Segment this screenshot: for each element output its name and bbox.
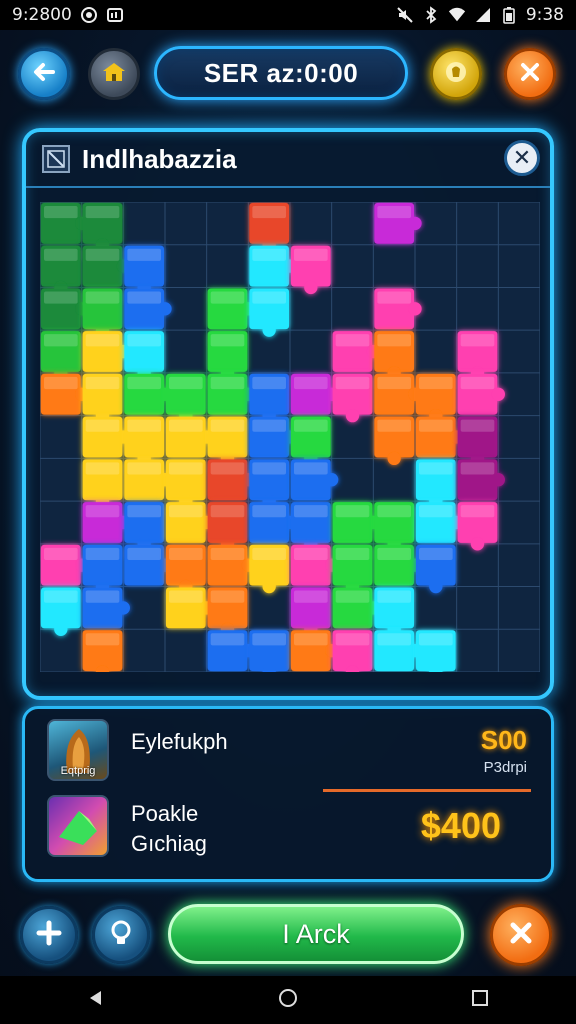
item-thumbnail-1[interactable]: Eqtprig bbox=[47, 719, 109, 781]
close-game-button[interactable] bbox=[504, 48, 556, 100]
puzzle-board-svg[interactable] bbox=[39, 201, 541, 679]
whatsapp-icon bbox=[80, 6, 98, 24]
puzzle-board[interactable] bbox=[39, 201, 541, 679]
gallery-icon bbox=[106, 6, 124, 24]
status-time-right: 9:38 bbox=[525, 5, 564, 25]
wifi-icon bbox=[448, 6, 466, 24]
home-button[interactable] bbox=[88, 48, 140, 100]
home-icon bbox=[100, 59, 128, 89]
nav-recents-icon bbox=[470, 988, 490, 1012]
nav-home-button[interactable] bbox=[268, 980, 308, 1020]
arrow-left-icon bbox=[31, 59, 57, 89]
lightbulb-icon bbox=[107, 919, 135, 951]
mute-icon bbox=[396, 6, 414, 24]
close-icon bbox=[518, 60, 542, 88]
signal-icon bbox=[474, 6, 492, 24]
hint-coin-button[interactable] bbox=[430, 48, 482, 100]
panel-header: Indlhabazzia ✕ bbox=[26, 132, 550, 188]
close-bottom-button[interactable] bbox=[490, 904, 552, 966]
status-right: 9:38 bbox=[396, 5, 564, 25]
panel-close-button[interactable]: ✕ bbox=[504, 140, 540, 176]
bottom-action-bar: I Arck bbox=[0, 898, 576, 968]
item-art-2 bbox=[59, 811, 97, 845]
status-time-left: 9:2800 bbox=[12, 5, 72, 25]
status-left: 9:2800 bbox=[12, 5, 124, 25]
item-name-2-line1: Poakle bbox=[131, 801, 199, 826]
close-icon: ✕ bbox=[512, 145, 532, 171]
nav-back-button[interactable] bbox=[76, 980, 116, 1020]
back-button[interactable] bbox=[18, 48, 70, 100]
gold-coin-icon bbox=[443, 59, 469, 89]
item-name-1: Eylefukph bbox=[131, 729, 228, 754]
nav-recents-button[interactable] bbox=[460, 980, 500, 1020]
puzzle-piece[interactable] bbox=[416, 630, 456, 679]
items-panel: Eqtprig Eylefukph S00 P3drpi Poakle Gıch… bbox=[22, 706, 554, 882]
image-icon bbox=[42, 145, 70, 173]
puzzle-panel: Indlhabazzia ✕ bbox=[22, 128, 554, 700]
item-subtext-1: P3drpi bbox=[483, 759, 527, 776]
puzzle-piece[interactable] bbox=[82, 630, 123, 679]
bluetooth-icon bbox=[422, 6, 440, 24]
close-icon bbox=[507, 919, 535, 951]
add-button[interactable] bbox=[20, 906, 78, 964]
item-name-2: Poakle Gıchiag bbox=[131, 799, 207, 859]
price-divider bbox=[323, 789, 531, 792]
item-price-1: S00 bbox=[480, 725, 527, 755]
plus-icon bbox=[35, 919, 63, 951]
battery-icon bbox=[500, 6, 518, 24]
puzzle-title: Indlhabazzia bbox=[82, 143, 237, 174]
item-name-2-line2: Gıchiag bbox=[131, 831, 207, 856]
puzzle-piece[interactable] bbox=[249, 630, 289, 679]
nav-back-icon bbox=[86, 988, 106, 1012]
puzzle-piece[interactable] bbox=[332, 630, 373, 679]
nav-bar bbox=[0, 976, 576, 1024]
item-thumbnail-2[interactable] bbox=[47, 795, 109, 857]
top-bar: SER az:0:00 bbox=[0, 42, 576, 104]
nav-home-icon bbox=[277, 987, 299, 1013]
timer-display: SER az:0:00 bbox=[154, 46, 408, 100]
item-price-2: $400 bbox=[420, 805, 501, 846]
main-action-button[interactable]: I Arck bbox=[168, 904, 464, 964]
status-bar: 9:2800 9:38 bbox=[0, 0, 576, 30]
item-thumbnail-label: Eqtprig bbox=[60, 765, 96, 777]
hint-button[interactable] bbox=[92, 906, 150, 964]
